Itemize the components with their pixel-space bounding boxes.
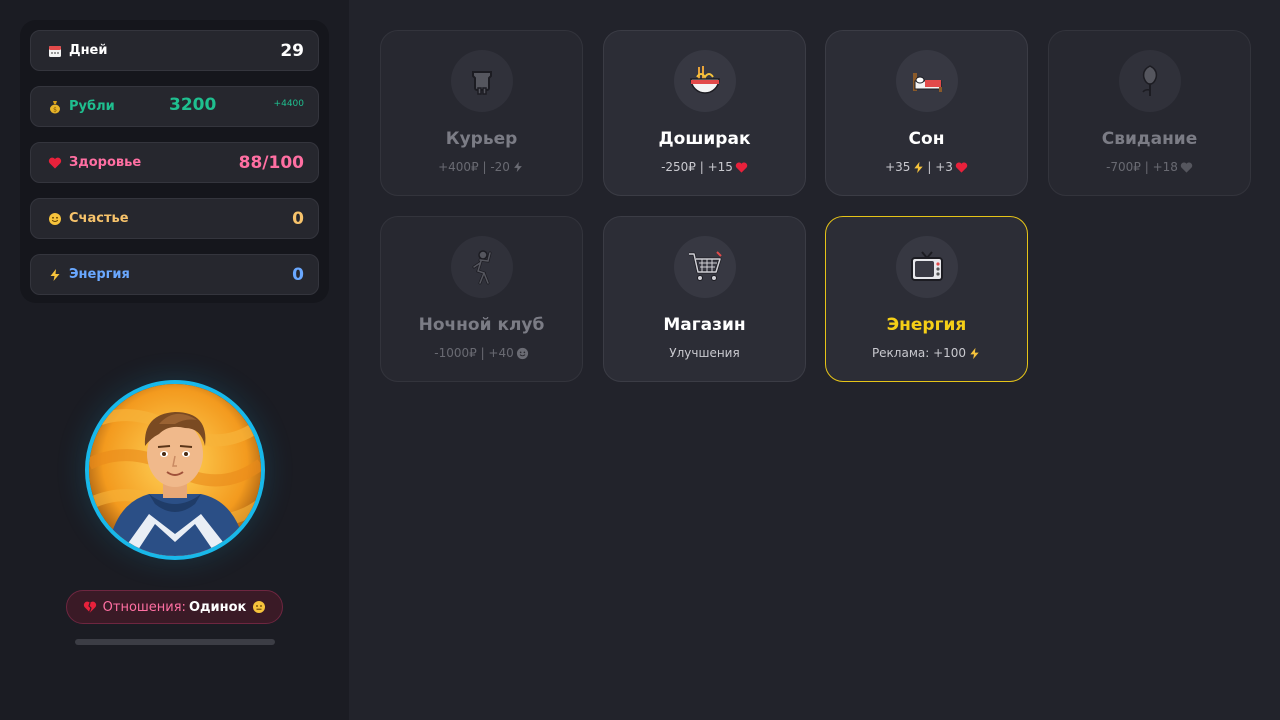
sidebar: Дней 29 $ Рубли 3200 +4400 Здоровье 88/1…	[0, 0, 349, 720]
action-title: Сон	[908, 129, 945, 149]
smile-icon	[47, 211, 63, 227]
bed-icon	[896, 50, 958, 112]
cart-icon	[674, 236, 736, 298]
lightning-icon	[968, 347, 981, 360]
rose-icon	[1119, 50, 1181, 112]
lightning-icon	[512, 161, 525, 174]
action-sub-text: Реклама: +100	[871, 346, 967, 360]
dancer-icon	[451, 236, 513, 298]
stat-money-label: Рубли	[69, 99, 115, 114]
action-title: Доширак	[658, 129, 751, 149]
broken-heart-icon	[83, 600, 97, 614]
heart-icon	[1180, 161, 1193, 174]
action-sub-text: -250₽ | +15	[661, 160, 733, 174]
action-sub-text-b: | +3	[927, 160, 953, 174]
stat-energy: Энергия 0	[30, 254, 319, 295]
stat-energy-label: Энергия	[69, 267, 130, 282]
action-subtitle: -250₽ | +15	[604, 160, 805, 174]
stat-days-label: Дней	[69, 43, 108, 58]
heart-icon	[735, 161, 748, 174]
relationship-progress-bar	[75, 639, 275, 645]
stat-days: Дней 29	[30, 30, 319, 71]
stat-happiness-value: 0	[292, 208, 304, 229]
lightning-icon	[912, 161, 925, 174]
action-title: Курьер	[445, 129, 518, 149]
action-subtitle: +35 | +3	[826, 160, 1027, 174]
action-sub-text-a: +35	[885, 160, 911, 174]
money-bag-icon: $	[47, 99, 63, 115]
action-sub-text: +400₽ | -20	[438, 160, 510, 174]
action-card-noodles[interactable]: Доширак -250₽ | +15	[603, 30, 806, 196]
stat-money: $ Рубли 3200 +4400	[30, 86, 319, 127]
smile-icon	[516, 347, 529, 360]
action-title: Ночной клуб	[418, 315, 545, 335]
stat-health-value: 88/100	[238, 152, 304, 173]
player-avatar[interactable]	[85, 380, 265, 560]
stat-happiness: Счастье 0	[30, 198, 319, 239]
action-title: Магазин	[663, 315, 746, 335]
action-subtitle: Улучшения	[604, 346, 805, 360]
relationship-badge: Отношения: Одинок	[66, 590, 283, 624]
calendar-icon	[47, 43, 63, 59]
action-title: Энергия	[886, 315, 967, 335]
lightning-icon	[47, 267, 63, 283]
tv-icon	[896, 236, 958, 298]
relationship-value: Одинок	[188, 599, 247, 615]
action-title: Свидание	[1101, 129, 1198, 149]
stat-health-label: Здоровье	[69, 155, 142, 170]
stat-money-delta: +4400	[273, 99, 304, 109]
app-root: Дней 29 $ Рубли 3200 +4400 Здоровье 88/1…	[0, 0, 1280, 720]
stat-days-value: 29	[280, 40, 304, 61]
action-card-date[interactable]: Свидание -700₽ | +18	[1048, 30, 1251, 196]
stats-panel: Дней 29 $ Рубли 3200 +4400 Здоровье 88/1…	[20, 20, 329, 303]
stat-energy-value: 0	[292, 264, 304, 285]
courier-icon	[451, 50, 513, 112]
action-card-shop[interactable]: Магазин Улучшения	[603, 216, 806, 382]
action-sub-text: Улучшения	[669, 346, 740, 360]
action-card-energy[interactable]: Энергия Реклама: +100	[825, 216, 1028, 382]
action-card-nightclub[interactable]: Ночной клуб -1000₽ | +40	[380, 216, 583, 382]
action-card-sleep[interactable]: Сон +35 | +3	[825, 30, 1028, 196]
action-sub-text: -1000₽ | +40	[434, 346, 514, 360]
action-subtitle: Реклама: +100	[826, 346, 1027, 360]
action-card-courier[interactable]: Курьер +400₽ | -20	[380, 30, 583, 196]
stat-money-value: 3200	[169, 95, 217, 115]
noodles-icon	[674, 50, 736, 112]
action-subtitle: -700₽ | +18	[1049, 160, 1250, 174]
action-subtitle: -1000₽ | +40	[381, 346, 582, 360]
relationship-label: Отношения:	[102, 599, 186, 615]
svg-text:$: $	[53, 106, 57, 113]
stat-health: Здоровье 88/100	[30, 142, 319, 183]
neutral-face-icon	[252, 600, 266, 614]
stat-happiness-label: Счастье	[69, 211, 129, 226]
heart-icon	[955, 161, 968, 174]
action-subtitle: +400₽ | -20	[381, 160, 582, 174]
actions-grid: Курьер +400₽ | -20 Доширак -250₽ | +15 С…	[349, 0, 1280, 720]
action-sub-text: -700₽ | +18	[1106, 160, 1178, 174]
heart-icon	[47, 155, 63, 171]
avatar-illustration	[89, 384, 261, 556]
